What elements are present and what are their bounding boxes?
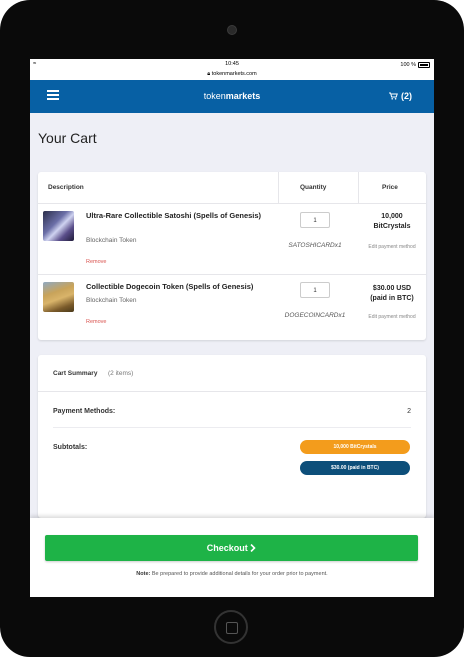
edit-payment-method-link[interactable]: Edit payment method — [358, 314, 426, 320]
tablet-frame: ≈ 10:45 100 % 🔒︎ tokenmarkets.com tokenm… — [0, 0, 464, 657]
cart-table: Description Quantity Price Ultra-Rare Co… — [38, 172, 426, 340]
front-camera — [227, 25, 237, 35]
home-button[interactable] — [214, 610, 248, 644]
summary-header: Cart Summary (2 items) — [38, 355, 426, 392]
remove-link[interactable]: Remove — [86, 319, 106, 325]
quantity-input[interactable]: 1 — [300, 212, 330, 228]
url-text: tokenmarkets.com — [211, 71, 257, 77]
cart-icon — [389, 92, 399, 100]
header-divider — [278, 172, 279, 203]
subtotal-btc-badge: $30.00 (paid in BTC) — [300, 461, 410, 475]
summary-count: (2 items) — [108, 370, 134, 377]
cart-count: (2) — [401, 91, 412, 101]
table-header: Description Quantity Price — [38, 172, 426, 204]
item-price: 10,000 BitCrystals — [373, 213, 411, 230]
header-description: Description — [48, 184, 84, 191]
status-time: 10:45 — [225, 61, 239, 67]
chevron-right-icon — [250, 543, 256, 553]
table-row: Ultra-Rare Collectible Satoshi (Spells o… — [38, 204, 426, 274]
item-type: Blockchain Token — [86, 297, 137, 304]
checkout-button[interactable]: Checkout — [45, 535, 418, 561]
navbar: tokenmarkets (2) — [30, 80, 434, 113]
edit-payment-method-link[interactable]: Edit payment method — [358, 244, 426, 250]
brand-logo[interactable]: tokenmarkets — [30, 91, 434, 101]
quantity-input[interactable]: 1 — [300, 282, 330, 298]
item-type: Blockchain Token — [86, 237, 137, 244]
table-row: Collectible Dogecoin Token (Spells of Ge… — [38, 275, 426, 340]
cart-summary: Cart Summary (2 items) Payment Methods: … — [38, 355, 426, 518]
item-name[interactable]: Collectible Dogecoin Token (Spells of Ge… — [86, 282, 286, 292]
header-divider — [358, 172, 359, 203]
header-price: Price — [382, 184, 398, 191]
item-price: $30.00 USD (paid in BTC) — [370, 285, 414, 302]
dogecoin-card-icon[interactable] — [43, 282, 74, 312]
remove-link[interactable]: Remove — [86, 259, 106, 265]
header-quantity: Quantity — [300, 184, 327, 191]
battery-icon — [418, 62, 430, 68]
address-bar[interactable]: 🔒︎ tokenmarkets.com — [30, 71, 434, 78]
page-title: Your Cart — [38, 130, 97, 146]
battery-level: 100 % — [400, 62, 416, 68]
payment-methods-count: 2 — [407, 408, 411, 415]
summary-title: Cart Summary — [53, 370, 98, 377]
summary-divider — [53, 427, 411, 428]
checkout-footer: Checkout Note: Be prepared to provide ad… — [30, 518, 434, 597]
item-code: DOGECOINCARDx1 — [284, 312, 346, 319]
status-bar: ≈ 10:45 100 % 🔒︎ tokenmarkets.com — [30, 59, 434, 80]
item-code: SATOSHICARDx1 — [288, 242, 342, 249]
item-name[interactable]: Ultra-Rare Collectible Satoshi (Spells o… — [86, 211, 286, 221]
checkout-note: Note: Be prepared to provide additional … — [136, 571, 328, 577]
subtotals-label: Subtotals: — [53, 444, 88, 451]
cart-link[interactable]: (2) — [389, 91, 412, 101]
payment-methods-label: Payment Methods: — [53, 408, 116, 415]
lock-icon: 🔒︎ — [207, 71, 211, 77]
screen: ≈ 10:45 100 % 🔒︎ tokenmarkets.com tokenm… — [30, 59, 434, 597]
subtotal-bitcrystals-badge: 10,000 BitCrystals — [300, 440, 410, 454]
satoshi-card-icon[interactable] — [43, 211, 74, 241]
